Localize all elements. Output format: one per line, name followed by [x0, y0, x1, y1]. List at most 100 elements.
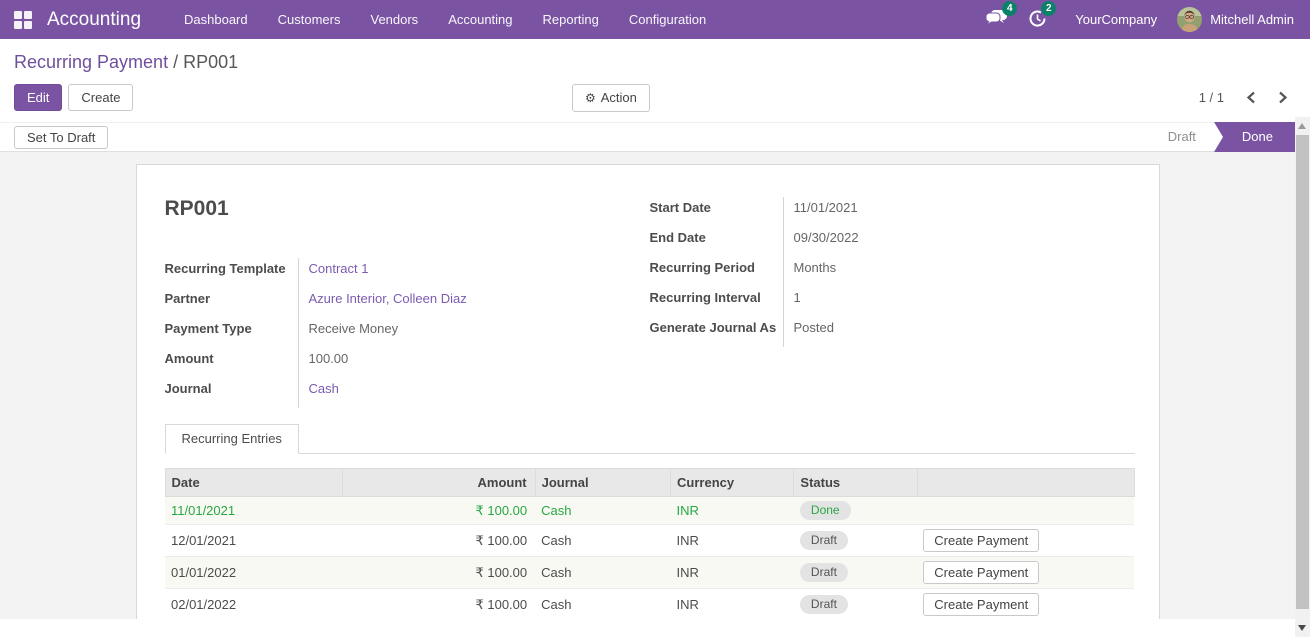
cell-status: Draft	[794, 525, 917, 557]
field-amount: Amount 100.00	[165, 348, 606, 378]
company-switcher[interactable]: YourCompany	[1075, 12, 1157, 27]
create-payment-button[interactable]: Create Payment	[923, 561, 1039, 584]
scrollbar-up-arrow-icon[interactable]	[1298, 123, 1306, 129]
recurring-entries-table: Date Amount Journal Currency Status 11/0…	[165, 468, 1135, 619]
field-label: Start Date	[650, 197, 783, 227]
main-menu: Dashboard Customers Vendors Accounting R…	[169, 0, 721, 39]
column-header-date[interactable]: Date	[165, 469, 343, 497]
control-panel: Recurring Payment / RP001 Edit Create ⚙A…	[0, 39, 1310, 122]
pager-previous-button[interactable]	[1246, 91, 1256, 104]
action-button[interactable]: ⚙Action	[572, 84, 650, 112]
breadcrumb-parent[interactable]: Recurring Payment	[14, 52, 168, 72]
menu-dashboard[interactable]: Dashboard	[169, 0, 263, 39]
field-journal: Journal Cash	[165, 378, 606, 408]
state-done-label: Done	[1242, 129, 1273, 144]
field-payment-type: Payment Type Receive Money	[165, 318, 606, 348]
generate-journal-as-value: Posted	[783, 317, 1135, 347]
recurring-interval-value: 1	[783, 287, 1135, 317]
create-button[interactable]: Create	[68, 84, 133, 111]
cell-status: Draft	[794, 589, 917, 620]
field-label: Amount	[165, 348, 298, 378]
control-panel-buttons: Edit Create ⚙Action 1 / 1	[0, 79, 1310, 122]
column-header-status[interactable]: Status	[794, 469, 917, 497]
breadcrumb: Recurring Payment / RP001	[0, 39, 1310, 79]
scrollbar-down-arrow-icon[interactable]	[1298, 625, 1306, 631]
vertical-scrollbar[interactable]	[1295, 117, 1310, 637]
cell-actions	[917, 497, 1134, 525]
status-badge: Done	[800, 501, 851, 520]
state-draft[interactable]: Draft	[1150, 122, 1214, 152]
column-header-amount[interactable]: Amount	[343, 469, 536, 497]
set-to-draft-button[interactable]: Set To Draft	[14, 126, 108, 149]
cell-currency: INR	[671, 557, 794, 589]
cell-actions: Create Payment	[917, 589, 1134, 620]
tab-recurring-entries[interactable]: Recurring Entries	[165, 424, 299, 454]
top-navbar: Accounting Dashboard Customers Vendors A…	[0, 0, 1310, 39]
notebook-tabs: Recurring Entries	[165, 424, 1135, 454]
table-row[interactable]: 11/01/2021 ₹ 100.00 Cash INR Done	[165, 497, 1134, 525]
journal-link[interactable]: Cash	[309, 381, 339, 396]
breadcrumb-current: RP001	[183, 52, 238, 72]
start-date-value: 11/01/2021	[783, 197, 1135, 227]
action-button-label: Action	[601, 90, 637, 105]
cell-amount: ₹ 100.00	[343, 497, 536, 525]
table-row[interactable]: 01/01/2022 ₹ 100.00 Cash INR Draft Creat…	[165, 557, 1134, 589]
field-label: Recurring Template	[165, 258, 298, 288]
field-label: Journal	[165, 378, 298, 408]
recurring-period-value: Months	[783, 257, 1135, 287]
field-recurring-period: Recurring Period Months	[650, 257, 1135, 287]
cell-status: Done	[794, 497, 917, 525]
cell-actions: Create Payment	[917, 525, 1134, 557]
menu-vendors[interactable]: Vendors	[355, 0, 433, 39]
activities-button[interactable]: 2	[1028, 9, 1047, 31]
statusbar: Set To Draft Draft Done	[0, 122, 1310, 152]
field-recurring-template: Recurring Template Contract 1	[165, 258, 606, 288]
pager-next-button[interactable]	[1278, 91, 1288, 104]
app-title[interactable]: Accounting	[47, 9, 141, 31]
messages-button[interactable]: 4	[985, 9, 1008, 30]
partner-link[interactable]: Azure Interior, Colleen Diaz	[309, 291, 467, 306]
cell-date: 11/01/2021	[165, 497, 343, 525]
menu-reporting[interactable]: Reporting	[528, 0, 614, 39]
recurring-template-link[interactable]: Contract 1	[309, 261, 369, 276]
cell-status: Draft	[794, 557, 917, 589]
menu-accounting[interactable]: Accounting	[433, 0, 527, 39]
field-grid: RP001 Recurring Template Contract 1 Part…	[165, 197, 1135, 408]
column-header-currency[interactable]: Currency	[671, 469, 794, 497]
create-payment-button[interactable]: Create Payment	[923, 529, 1039, 552]
cell-amount: ₹ 100.00	[343, 525, 536, 557]
table-row[interactable]: 12/01/2021 ₹ 100.00 Cash INR Draft Creat…	[165, 525, 1134, 557]
cell-journal: Cash	[535, 557, 670, 589]
menu-configuration[interactable]: Configuration	[614, 0, 721, 39]
status-badge: Draft	[800, 595, 848, 614]
pager: 1 / 1	[1199, 90, 1288, 105]
chevron-left-icon	[1246, 91, 1256, 104]
menu-customers[interactable]: Customers	[263, 0, 356, 39]
column-header-actions	[917, 469, 1134, 497]
activities-badge: 2	[1041, 1, 1056, 16]
cell-currency: INR	[671, 497, 794, 525]
field-generate-journal-as: Generate Journal As Posted	[650, 317, 1135, 347]
field-label: Recurring Interval	[650, 287, 783, 317]
navbar-right: 4 2 YourCompany	[985, 0, 1294, 39]
form-sheet: RP001 Recurring Template Contract 1 Part…	[136, 164, 1160, 619]
field-label: Recurring Period	[650, 257, 783, 287]
cell-currency: INR	[671, 589, 794, 620]
avatar	[1177, 7, 1202, 32]
chevron-right-icon	[1278, 91, 1288, 104]
table-row[interactable]: 02/01/2022 ₹ 100.00 Cash INR Draft Creat…	[165, 589, 1134, 620]
cell-journal: Cash	[535, 589, 670, 620]
field-recurring-interval: Recurring Interval 1	[650, 287, 1135, 317]
create-payment-button[interactable]: Create Payment	[923, 593, 1039, 616]
column-header-journal[interactable]: Journal	[535, 469, 670, 497]
scrollbar-thumb[interactable]	[1296, 135, 1309, 609]
user-menu[interactable]: Mitchell Admin	[1177, 7, 1294, 32]
status-badge: Draft	[800, 563, 848, 582]
edit-button[interactable]: Edit	[14, 84, 62, 111]
cell-date: 01/01/2022	[165, 557, 343, 589]
form-view-background: RP001 Recurring Template Contract 1 Part…	[0, 152, 1295, 619]
state-done[interactable]: Done	[1214, 122, 1295, 152]
pager-count[interactable]: 1 / 1	[1199, 90, 1224, 105]
messages-badge: 4	[1002, 1, 1017, 16]
apps-menu-icon[interactable]	[14, 11, 32, 29]
